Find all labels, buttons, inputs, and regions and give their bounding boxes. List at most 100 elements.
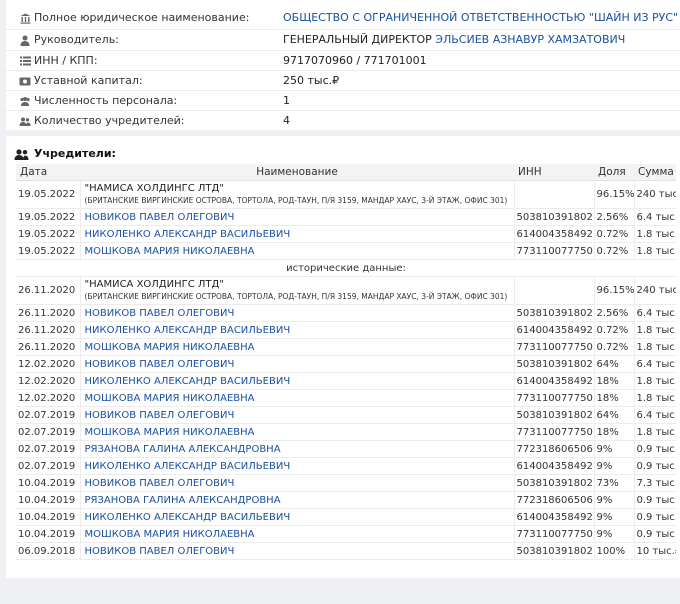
table-row: 19.05.2022 "НАМИСА ХОЛДИНГС ЛТД" (БРИТАНСК…: [16, 180, 676, 209]
cell-sum: 0.9 тыс.₽: [633, 525, 676, 543]
company-name-link[interactable]: ОБЩЕСТВО С ОГРАНИЧЕННОЙ ОТВЕТСТВЕННОСТЬЮ…: [283, 8, 678, 28]
cell-date: 19.05.2022: [16, 225, 80, 243]
cell-name: НИКОЛЕНКО АЛЕКСАНДР ВАСИЛЬЕВИЧ: [79, 508, 514, 526]
cell-share: 0.72%: [593, 338, 634, 356]
founder-name-link[interactable]: НИКОЛЕНКО АЛЕКСАНДР ВАСИЛЬЕВИЧ: [85, 461, 291, 472]
cell-inn: 614004358492: [513, 321, 594, 339]
cell-name: НОВИКОВ ПАВЕЛ ОЛЕГОВИЧ: [79, 406, 514, 424]
info-row-director: Руководитель: ГЕНЕРАЛЬНЫЙ ДИРЕКТОР ЭЛЬСИ…: [6, 29, 680, 50]
cell-inn: 772318606506: [513, 440, 594, 458]
bank-icon: [19, 8, 31, 28]
founder-name-link[interactable]: НИКОЛЕНКО АЛЕКСАНДР ВАСИЛЬЕВИЧ: [85, 376, 291, 387]
cell-name: "НАМИСА ХОЛДИНГС ЛТД" (БРИТАНСКИЕ ВИРГИНС…: [79, 180, 514, 209]
cell-name: НОВИКОВ ПАВЕЛ ОЛЕГОВИЧ: [79, 355, 514, 373]
cell-sum: 1.8 тыс.₽: [633, 389, 676, 407]
founder-name-link[interactable]: НИКОЛЕНКО АЛЕКСАНДР ВАСИЛЬЕВИЧ: [85, 512, 291, 523]
cell-share: 2.56%: [593, 304, 634, 322]
column-header-name: Наименование: [80, 164, 514, 181]
table-row: 26.11.2020 НИКОЛЕНКО АЛЕКСАНДР ВАСИЛЬЕВИЧ…: [16, 321, 676, 339]
founder-name-link[interactable]: МОШКОВА МАРИЯ НИКОЛАЕВНА: [85, 529, 255, 540]
director-position: ГЕНЕРАЛЬНЫЙ ДИРЕКТОР: [283, 33, 432, 46]
cell-share: 18%: [593, 389, 634, 407]
cell-share: 9%: [593, 491, 634, 509]
history-separator-row: исторические данные:: [16, 259, 676, 277]
founder-name-link[interactable]: МОШКОВА МАРИЯ НИКОЛАЕВНА: [85, 427, 255, 438]
info-label: Численность персонала:: [34, 94, 178, 107]
founder-name-link[interactable]: НОВИКОВ ПАВЕЛ ОЛЕГОВИЧ: [85, 308, 235, 319]
history-label: исторические данные:: [16, 259, 676, 277]
cell-share: 64%: [593, 406, 634, 424]
cell-inn: 503810391802: [513, 474, 594, 492]
org-address: (БРИТАНСКИЕ ВИРГИНСКИЕ ОСТРОВА, ТОРТОЛА,…: [84, 196, 508, 205]
table-row: 02.07.2019 НОВИКОВ ПАВЕЛ ОЛЕГОВИЧ 50381039…: [16, 406, 676, 424]
cell-share: 18%: [593, 372, 634, 390]
founder-name-link[interactable]: НИКОЛЕНКО АЛЕКСАНДР ВАСИЛЬЕВИЧ: [85, 229, 291, 240]
cell-name: НИКОЛЕНКО АЛЕКСАНДР ВАСИЛЬЕВИЧ: [79, 321, 514, 339]
staff-value: 1: [283, 94, 290, 107]
founder-name-link[interactable]: РЯЗАНОВА ГАЛИНА АЛЕКСАНДРОВНА: [85, 444, 281, 455]
cell-share: 0.72%: [593, 321, 634, 339]
cell-name: РЯЗАНОВА ГАЛИНА АЛЕКСАНДРОВНА: [79, 491, 514, 509]
cell-inn: 614004358492: [513, 372, 594, 390]
cell-share: 100%: [593, 542, 634, 560]
table-row: 26.11.2020 МОШКОВА МАРИЯ НИКОЛАЕВНА 773110…: [16, 338, 676, 356]
cell-date: 02.07.2019: [16, 406, 80, 424]
info-row-full-name: Полное юридическое наименование: ОБЩЕСТВ…: [6, 8, 680, 28]
cell-sum: 1.8 тыс.₽: [633, 372, 676, 390]
cell-inn: 773110077750: [513, 525, 594, 543]
table-row: 10.04.2019 НОВИКОВ ПАВЕЛ ОЛЕГОВИЧ 50381039…: [16, 474, 676, 492]
cell-inn: 773110077750: [513, 423, 594, 441]
founders-card: Учредители: Дата Наименование ИНН Доля С…: [6, 136, 680, 578]
founder-name-link[interactable]: НОВИКОВ ПАВЕЛ ОЛЕГОВИЧ: [85, 546, 235, 557]
cell-name: МОШКОВА МАРИЯ НИКОЛАЕВНА: [79, 389, 514, 407]
cell-share: 0.72%: [593, 242, 634, 260]
cell-date: 10.04.2019: [16, 491, 80, 509]
column-header-inn: ИНН: [514, 164, 594, 181]
founder-name-link[interactable]: НИКОЛЕНКО АЛЕКСАНДР ВАСИЛЬЕВИЧ: [85, 325, 291, 336]
cell-share: 96.15%: [593, 180, 634, 209]
founder-name-link[interactable]: МОШКОВА МАРИЯ НИКОЛАЕВНА: [85, 246, 255, 257]
column-header-share: Доля: [594, 164, 634, 181]
column-header-sum: Сумма: [634, 164, 676, 181]
founder-name-link[interactable]: МОШКОВА МАРИЯ НИКОЛАЕВНА: [85, 393, 255, 404]
cell-date: 26.11.2020: [16, 321, 80, 339]
cell-sum: 1.8 тыс.₽: [633, 225, 676, 243]
cell-inn: 503810391802: [513, 406, 594, 424]
founder-name-link[interactable]: РЯЗАНОВА ГАЛИНА АЛЕКСАНДРОВНА: [85, 495, 281, 506]
director-value: ГЕНЕРАЛЬНЫЙ ДИРЕКТОР ЭЛЬСИЕВ АЗНАВУР ХАМ…: [283, 30, 625, 50]
cell-date: 12.02.2020: [16, 372, 80, 390]
capital-value: 250 тыс.₽: [283, 74, 340, 87]
cell-date: 19.05.2022: [16, 242, 80, 260]
cell-inn: 503810391802: [513, 542, 594, 560]
cell-inn: 773110077750: [513, 338, 594, 356]
info-row-inn-kpp: ИНН / КПП: 9717070960 / 771701001: [6, 50, 680, 71]
cell-share: 96.15%: [593, 276, 634, 305]
cell-sum: 1.8 тыс.₽: [633, 321, 676, 339]
org-name: "НАМИСА ХОЛДИНГС ЛТД": [84, 183, 224, 194]
cell-inn: 614004358492: [513, 225, 594, 243]
founder-name-link[interactable]: МОШКОВА МАРИЯ НИКОЛАЕВНА: [85, 342, 255, 353]
cell-inn: 773110077750: [513, 242, 594, 260]
director-name-link[interactable]: ЭЛЬСИЕВ АЗНАВУР ХАМЗАТОВИЧ: [435, 33, 625, 46]
cell-sum: 10 тыс.₽: [633, 542, 676, 560]
table-row: 02.07.2019 РЯЗАНОВА ГАЛИНА АЛЕКСАНДРОВНА 7…: [16, 440, 676, 458]
cell-date: 26.11.2020: [16, 338, 80, 356]
founder-name-link[interactable]: НОВИКОВ ПАВЕЛ ОЛЕГОВИЧ: [85, 359, 235, 370]
table-row: 12.02.2020 МОШКОВА МАРИЯ НИКОЛАЕВНА 773110…: [16, 389, 676, 407]
table-row: 10.04.2019 РЯЗАНОВА ГАЛИНА АЛЕКСАНДРОВНА 7…: [16, 491, 676, 509]
founder-name-link[interactable]: НОВИКОВ ПАВЕЛ ОЛЕГОВИЧ: [85, 410, 235, 421]
cell-sum: 6.4 тыс.₽: [633, 406, 676, 424]
founder-name-link[interactable]: НОВИКОВ ПАВЕЛ ОЛЕГОВИЧ: [85, 212, 235, 223]
cell-inn: [513, 276, 594, 305]
cell-date: 10.04.2019: [16, 525, 80, 543]
table-row: 10.04.2019 МОШКОВА МАРИЯ НИКОЛАЕВНА 773110…: [16, 525, 676, 543]
founders-title-text: Учредители:: [34, 147, 116, 160]
cell-name: МОШКОВА МАРИЯ НИКОЛАЕВНА: [79, 242, 514, 260]
cell-sum: 6.4 тыс.₽: [633, 355, 676, 373]
cell-share: 9%: [593, 440, 634, 458]
cell-share: 9%: [593, 525, 634, 543]
table-row: 26.11.2020 НОВИКОВ ПАВЕЛ ОЛЕГОВИЧ 50381039…: [16, 304, 676, 322]
list-icon: [19, 51, 31, 71]
table-row: 10.04.2019 НИКОЛЕНКО АЛЕКСАНДР ВАСИЛЬЕВИЧ…: [16, 508, 676, 526]
founder-name-link[interactable]: НОВИКОВ ПАВЕЛ ОЛЕГОВИЧ: [85, 478, 235, 489]
